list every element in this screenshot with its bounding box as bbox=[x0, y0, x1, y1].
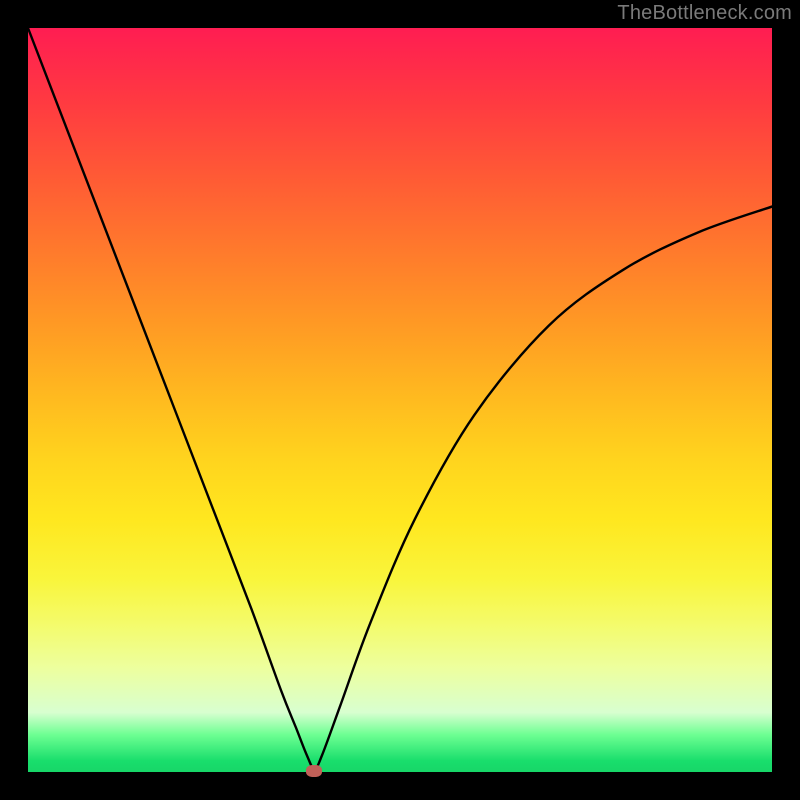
chart-frame: TheBottleneck.com bbox=[0, 0, 800, 800]
watermark-text: TheBottleneck.com bbox=[617, 2, 792, 25]
optimal-point-marker bbox=[306, 765, 322, 777]
plot-area bbox=[28, 28, 772, 772]
